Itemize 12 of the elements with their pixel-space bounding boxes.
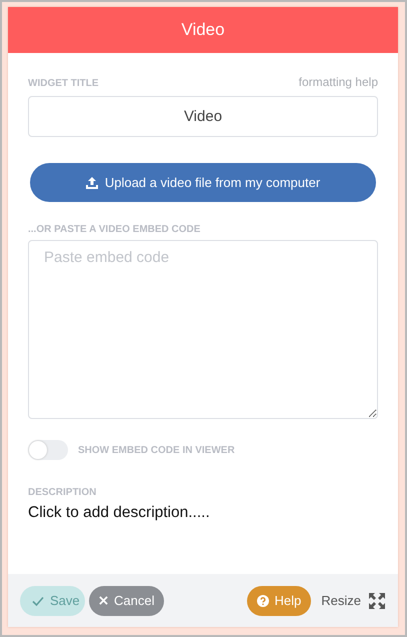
field-label: WIDGET TITLE [28, 78, 99, 89]
description-text[interactable]: Click to add description..... [28, 504, 378, 522]
help-button[interactable]: Help [246, 586, 312, 616]
toggle-label: SHOW EMBED CODE IN VIEWER [78, 444, 235, 456]
embed-code-field[interactable]: Paste embed code [28, 240, 378, 419]
resize-button[interactable]: Resize [321, 586, 385, 616]
cancel-button[interactable]: Cancel [89, 586, 164, 616]
title-input-field[interactable]: Video [28, 96, 378, 137]
field-label: ...OR PASTE A VIDEO EMBED CODE [28, 224, 202, 235]
upload-button[interactable]: Upload a video file from my computer [30, 163, 376, 202]
panel-title: Video [181, 20, 225, 40]
field-label: DESCRIPTION [28, 487, 98, 498]
